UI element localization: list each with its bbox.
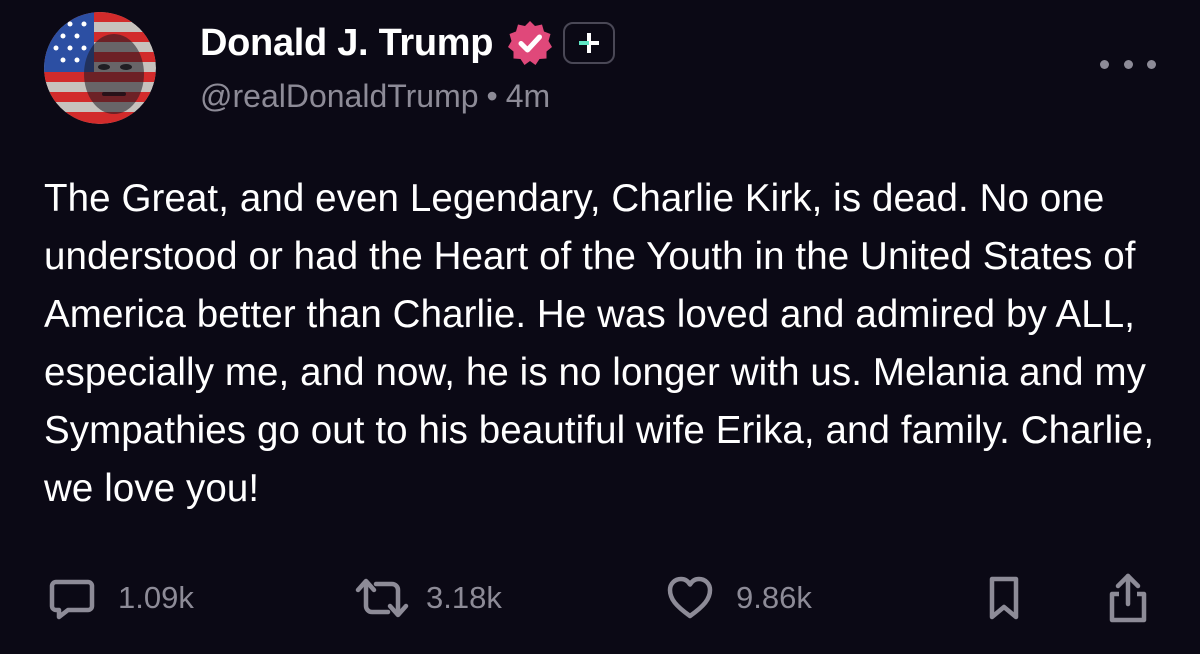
author-display-name[interactable]: Donald J. Trump — [200, 22, 494, 65]
like-button[interactable]: 9.86k — [666, 566, 812, 630]
repost-button[interactable]: 3.18k — [354, 566, 502, 630]
meta-separator: • — [486, 78, 498, 114]
verified-badge-icon — [505, 18, 555, 68]
post-card: Donald J. Trump @realDonaldTrump • 4m The … — [0, 0, 1200, 654]
like-count: 9.86k — [736, 580, 812, 615]
comment-icon — [49, 579, 95, 620]
author-row: Donald J. Trump — [200, 16, 616, 70]
action-bar: 1.09k 3.18k 9.86k — [44, 566, 1164, 630]
more-options-button[interactable] — [1100, 50, 1156, 78]
bookmark-button[interactable] — [984, 566, 1024, 630]
follow-button[interactable] — [563, 22, 616, 64]
heart-icon — [667, 576, 713, 619]
share-button[interactable] — [1104, 566, 1152, 630]
reply-button[interactable]: 1.09k — [48, 566, 194, 630]
post-text: The Great, and even Legendary, Charlie K… — [44, 177, 1155, 510]
author-handle[interactable]: @realDonaldTrump — [200, 78, 479, 114]
repost-count: 3.18k — [426, 580, 502, 615]
plus-icon — [579, 33, 600, 53]
post-timestamp[interactable]: 4m — [506, 78, 550, 114]
reply-count: 1.09k — [118, 580, 194, 615]
bookmark-icon — [989, 576, 1019, 620]
share-icon — [1109, 573, 1147, 623]
more-dot — [1123, 59, 1133, 69]
repost-icon — [355, 578, 409, 618]
author-meta: @realDonaldTrump • 4m — [200, 78, 550, 115]
avatar[interactable] — [44, 12, 156, 124]
more-dot — [1147, 59, 1156, 69]
more-dots-icon — [1100, 59, 1109, 69]
